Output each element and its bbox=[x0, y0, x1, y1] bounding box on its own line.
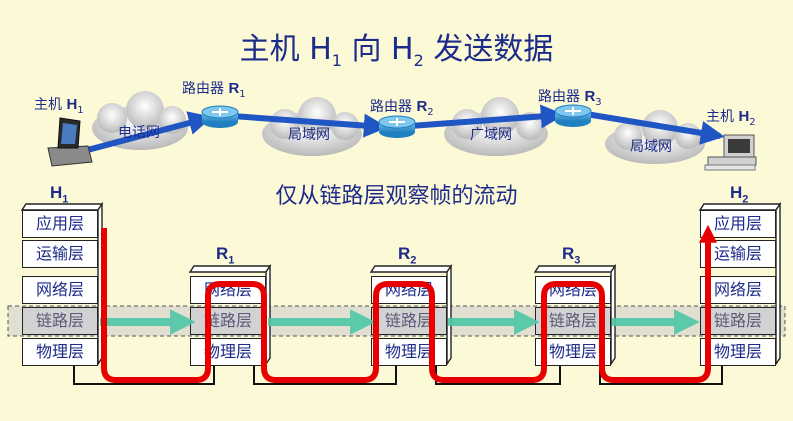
host-h2-label: 主机 H2 bbox=[706, 108, 756, 128]
layer-network: 网络层 bbox=[371, 276, 447, 304]
layer-physical: 物理层 bbox=[371, 338, 447, 366]
network-label-lan-2: 局域网 bbox=[630, 139, 672, 155]
network-label-telephone: 电话网 bbox=[118, 125, 160, 141]
layer-application: 应用层 bbox=[22, 210, 98, 238]
host-h1-label: 主机 H1 bbox=[34, 96, 84, 116]
layer-link: 链路层 bbox=[700, 307, 776, 335]
layer-physical: 物理层 bbox=[190, 338, 266, 366]
router-icon-r2 bbox=[378, 115, 416, 138]
stack-label-r3: R3 bbox=[562, 244, 581, 267]
layer-link: 链路层 bbox=[535, 307, 611, 335]
layer-transport: 运输层 bbox=[22, 240, 98, 268]
layer-network: 网络层 bbox=[700, 276, 776, 304]
page-title: 主机 H1 向 H2 发送数据 bbox=[239, 32, 554, 70]
diagram: 主机 H1 向 H2 发送数据 主机 H1 主机 H2 路由器 R1 路由器 R… bbox=[0, 0, 793, 421]
layer-application: 应用层 bbox=[700, 210, 776, 238]
router-icon-r3 bbox=[554, 104, 592, 127]
physical-links bbox=[73, 364, 723, 385]
router-icon-r1 bbox=[201, 105, 239, 128]
layer-physical: 物理层 bbox=[535, 338, 611, 366]
layer-physical: 物理层 bbox=[700, 338, 776, 366]
subtitle: 仅从链路层观察帧的流动 bbox=[275, 184, 518, 209]
stack-label-h2: H2 bbox=[730, 183, 749, 206]
layer-transport: 运输层 bbox=[700, 240, 776, 268]
router-r3-label: 路由器 R3 bbox=[538, 88, 602, 108]
layer-link: 链路层 bbox=[190, 307, 266, 335]
laptop-icon bbox=[47, 117, 93, 167]
layer-link: 链路层 bbox=[371, 307, 447, 335]
layer-network: 网络层 bbox=[22, 276, 98, 304]
stack-label-r2: R2 bbox=[398, 244, 417, 267]
layer-physical: 物理层 bbox=[22, 338, 98, 366]
layer-link: 链路层 bbox=[22, 307, 98, 335]
router-r1-label: 路由器 R1 bbox=[182, 80, 246, 100]
desktop-computer-icon bbox=[704, 134, 757, 171]
layer-network: 网络层 bbox=[190, 276, 266, 304]
stack-label-r1: R1 bbox=[216, 244, 235, 267]
network-label-lan-1: 局域网 bbox=[288, 127, 330, 143]
router-r2-label: 路由器 R2 bbox=[370, 98, 434, 118]
network-label-wan: 广域网 bbox=[470, 127, 512, 143]
stack-label-h1: H1 bbox=[50, 183, 69, 206]
layer-network: 网络层 bbox=[535, 276, 611, 304]
